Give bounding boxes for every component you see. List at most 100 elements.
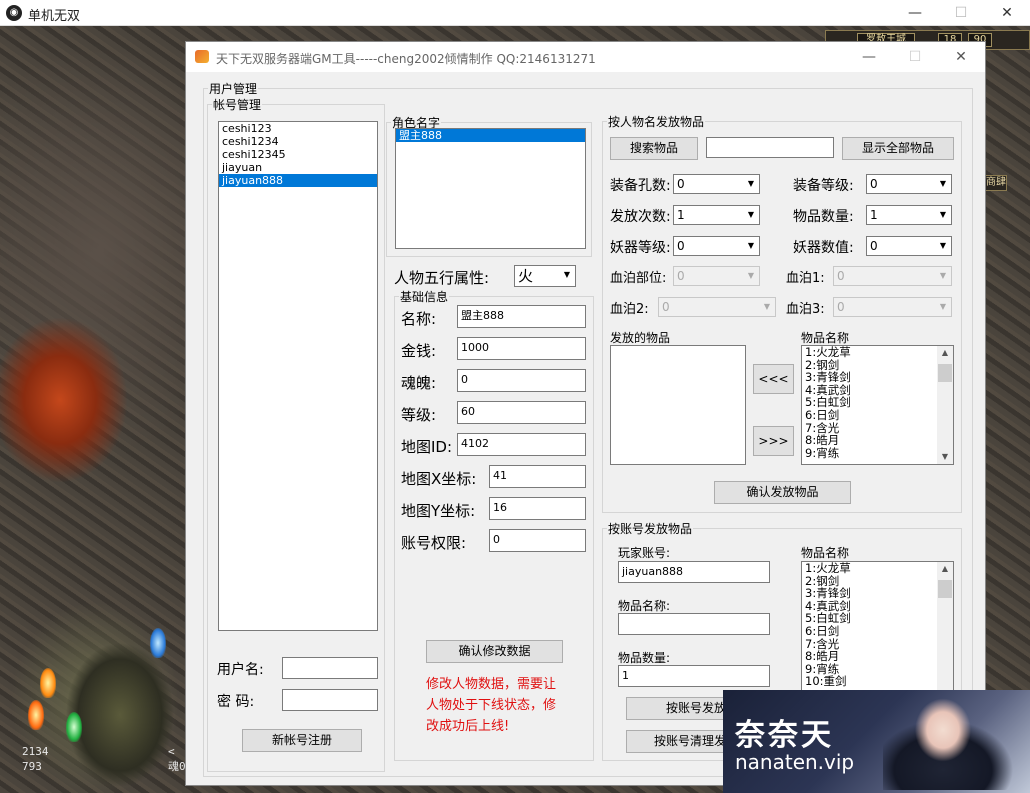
basic-field-label: 魂魄: <box>401 374 437 392</box>
scroll-thumb[interactable] <box>938 580 952 598</box>
item-list-entry[interactable]: 8:皓月 <box>802 650 953 663</box>
gm-minimize-button[interactable]: — <box>846 42 892 72</box>
item-list-entry[interactable]: 3:青锋剑 <box>802 371 953 384</box>
scroll-down-icon[interactable]: ▼ <box>937 450 953 464</box>
gm-maximize-button[interactable]: ☐ <box>892 42 938 72</box>
item-option-value: 1 <box>870 208 878 222</box>
account-list-item[interactable]: jiayuan888 <box>219 174 377 187</box>
scrollbar[interactable]: ▲ <box>937 562 953 700</box>
item-option-select[interactable]: 0 ▼ <box>866 174 952 194</box>
item-quantity-label: 物品数量: <box>618 651 671 665</box>
item-option-select: 0 ▼ <box>658 297 776 317</box>
hp2-value: 793 <box>22 760 42 773</box>
register-account-button[interactable]: 新帐号注册 <box>242 729 362 752</box>
basic-field-input[interactable]: 60 <box>457 401 586 424</box>
item-list-entry[interactable]: 6:日剑 <box>802 409 953 422</box>
chevron-down-icon: ▼ <box>939 241 947 250</box>
scrollbar[interactable]: ▲ ▼ <box>937 346 953 464</box>
app-icon: ◉ <box>6 5 22 21</box>
account-list-item[interactable]: jiayuan <box>219 161 377 174</box>
search-item-input[interactable] <box>706 137 834 158</box>
show-all-items-button[interactable]: 显示全部物品 <box>842 137 954 160</box>
basic-field-label: 地图ID: <box>401 438 453 456</box>
basic-field-input[interactable]: 41 <box>489 465 586 488</box>
item-option-value: 0 <box>870 239 878 253</box>
gm-close-button[interactable]: ✕ <box>938 42 984 72</box>
character-list[interactable]: 盟主888 <box>395 128 586 249</box>
item-option-label: 装备等级: <box>793 178 854 194</box>
gm-app-icon <box>195 50 209 63</box>
scroll-up-icon[interactable]: ▲ <box>937 346 953 360</box>
confirm-modify-button[interactable]: 确认修改数据 <box>426 640 563 663</box>
gm-titlebar: 天下无双服务器端GM工具-----cheng2002倾情制作 QQ:214613… <box>186 42 985 72</box>
basic-field-input[interactable]: 0 <box>457 369 586 392</box>
item-list-entry[interactable]: 10:重剑 <box>802 675 953 688</box>
item-name-list[interactable]: 1:火龙草 2:钢剑 3:青锋剑 4:真武剑 5:白虹剑 6:日剑 7:含光 8:皓月 9:宵练… <box>801 345 954 465</box>
mp2-value: 魂0 <box>168 760 186 773</box>
item-option-value: 0 <box>870 177 878 191</box>
five-elements-label: 人物五行属性: <box>394 269 490 287</box>
remove-item-button[interactable]: <<< <box>753 364 794 394</box>
item-list-entry[interactable]: 8:皓月 <box>802 434 953 447</box>
account-list-item[interactable]: ceshi123 <box>219 122 377 135</box>
orange-flame-icon <box>40 668 56 698</box>
item-list-entry[interactable]: 3:青锋剑 <box>802 587 953 600</box>
add-item-button[interactable]: >>> <box>753 426 794 456</box>
user-management-legend: 用户管理 <box>209 82 258 96</box>
outer-close-button[interactable]: ✕ <box>984 0 1030 26</box>
scroll-up-icon[interactable]: ▲ <box>937 562 953 576</box>
item-list-entry[interactable]: 9:宵练 <box>802 447 953 460</box>
account-list-item[interactable]: ceshi1234 <box>219 135 377 148</box>
item-list-entry[interactable]: 1:火龙草 <box>802 346 953 359</box>
confirm-issue-button[interactable]: 确认发放物品 <box>714 481 851 504</box>
item-option-value: 0 <box>677 239 685 253</box>
item-option-select[interactable]: 0 ▼ <box>866 236 952 256</box>
item-quantity-input[interactable]: 1 <box>618 665 770 687</box>
player-account-input[interactable]: jiayuan888 <box>618 561 770 583</box>
item-option-label: 妖器数值: <box>793 240 854 256</box>
anime-character-image <box>883 695 1013 790</box>
basic-field-input[interactable]: 盟主888 <box>457 305 586 328</box>
character-list-item[interactable]: 盟主888 <box>396 129 585 142</box>
password-label: 密 码: <box>217 694 255 710</box>
account-item-list-label: 物品名称 <box>801 546 850 560</box>
basic-field-input[interactable]: 1000 <box>457 337 586 360</box>
item-option-select[interactable]: 1 ▼ <box>673 205 760 225</box>
item-option-value: 1 <box>677 208 685 222</box>
account-management-legend: 帐号管理 <box>213 98 262 112</box>
five-elements-select[interactable]: 火 ▼ <box>514 265 576 287</box>
chevron-down-icon: ▼ <box>747 241 755 250</box>
basic-field-input[interactable]: 0 <box>489 529 586 552</box>
outer-maximize-button[interactable]: ☐ <box>938 0 984 26</box>
username-label: 用户名: <box>217 662 264 678</box>
item-option-value: 0 <box>837 269 845 283</box>
basic-field-label: 等级: <box>401 406 437 424</box>
item-option-select[interactable]: 1 ▼ <box>866 205 952 225</box>
password-input[interactable] <box>282 689 378 711</box>
item-option-label: 发放次数: <box>610 209 671 225</box>
issued-items-list[interactable] <box>610 345 746 465</box>
item-option-label: 血泊1: <box>786 271 825 286</box>
watermark-url: nanaten.vip <box>735 750 855 774</box>
account-list-item[interactable]: ceshi12345 <box>219 148 377 161</box>
item-option-value: 0 <box>677 177 685 191</box>
item-name-input[interactable] <box>618 613 770 635</box>
hud-side-button[interactable]: 商肆 <box>985 175 1007 191</box>
search-item-button[interactable]: 搜索物品 <box>610 137 698 160</box>
item-list-entry[interactable]: 1:火龙草 <box>802 562 953 575</box>
account-item-list[interactable]: 1:火龙草 2:钢剑 3:青锋剑 4:真武剑 5:白虹剑 6:日剑 7:含光 8:皓月 9:宵练… <box>801 561 954 701</box>
username-input[interactable] <box>282 657 378 679</box>
account-list[interactable]: ceshi123 ceshi1234 ceshi12345 jiayuan jiayua… <box>218 121 378 631</box>
item-list-entry[interactable]: 6:日剑 <box>802 625 953 638</box>
item-option-select[interactable]: 0 ▼ <box>673 236 760 256</box>
outer-minimize-button[interactable]: — <box>892 0 938 26</box>
green-flame-icon <box>66 712 82 742</box>
mp-readout: < 魂0 <box>168 744 186 774</box>
gm-tool-window: 天下无双服务器端GM工具-----cheng2002倾情制作 QQ:214613… <box>185 41 986 786</box>
scroll-thumb[interactable] <box>938 364 952 382</box>
basic-field-input[interactable]: 16 <box>489 497 586 520</box>
basic-field-input[interactable]: 4102 <box>457 433 586 456</box>
item-option-select[interactable]: 0 ▼ <box>673 174 760 194</box>
outer-window-title: 单机无双 <box>28 9 81 24</box>
chevron-down-icon: ▼ <box>939 302 947 311</box>
